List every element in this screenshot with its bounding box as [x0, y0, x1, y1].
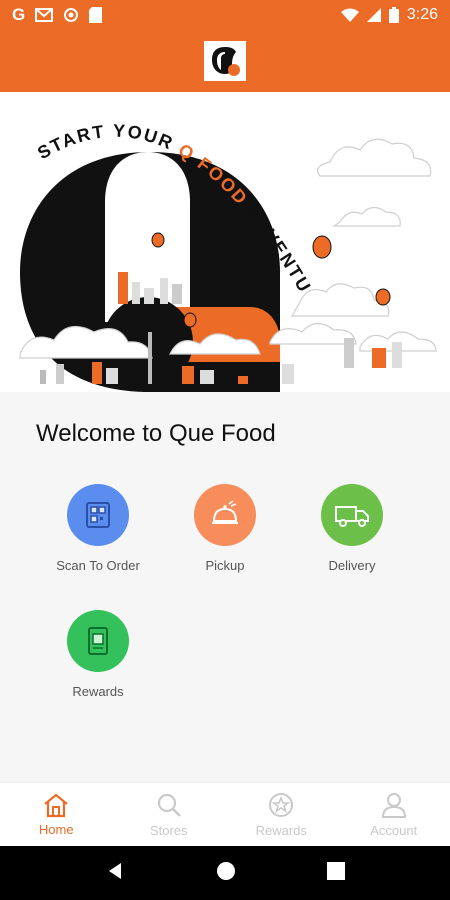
- qr-menu-icon: [67, 484, 129, 546]
- status-time: 3:26: [406, 6, 438, 23]
- rewards-button[interactable]: Rewards: [43, 610, 153, 699]
- nav-item-rewards[interactable]: Rewards: [225, 783, 338, 846]
- gmail-m-icon: [35, 8, 54, 22]
- hero-headline: START YOUR Q FOOD ADVENTURE: [0, 92, 315, 297]
- truck-icon: [321, 484, 383, 546]
- pickup-button[interactable]: Pickup: [170, 484, 280, 573]
- svg-text:START YOUR Q: START YOUR Q FOOD ADVENTURE: [0, 92, 315, 297]
- headline-part2: ADVENTURE: [0, 92, 315, 297]
- wifi-icon: [340, 8, 359, 22]
- nav-item-stores[interactable]: Stores: [113, 783, 226, 846]
- star-badge-icon: [269, 793, 294, 817]
- system-navigation-bar: [0, 846, 450, 900]
- back-icon[interactable]: [105, 861, 125, 886]
- recents-icon[interactable]: [326, 861, 345, 885]
- nav-rewards-label: Rewards: [255, 823, 307, 838]
- logo-q-icon: [212, 47, 240, 76]
- home-circle-icon[interactable]: [216, 861, 236, 886]
- cloche-icon: [194, 484, 256, 546]
- rewards-card-icon: [67, 610, 129, 672]
- nav-item-home[interactable]: Home: [0, 783, 113, 846]
- sync-icon: [63, 7, 79, 23]
- scan-to-order-button[interactable]: Scan To Order: [43, 484, 153, 573]
- headline-highlight: Q FOOD: [175, 140, 252, 210]
- scan-to-order-label: Scan To Order: [56, 558, 140, 573]
- rewards-label: Rewards: [72, 684, 124, 699]
- status-notifications: G: [12, 5, 103, 25]
- hero-banner[interactable]: START YOUR Q FOOD ADVENTURE: [0, 92, 450, 392]
- nav-stores-label: Stores: [149, 823, 188, 838]
- sd-card-icon: [89, 7, 103, 23]
- nav-item-account[interactable]: Account: [338, 783, 450, 846]
- nav-account-label: Account: [370, 823, 418, 838]
- headline-part1: START YOUR: [34, 121, 177, 164]
- welcome-title: Welcome to Que Food: [36, 420, 276, 447]
- battery-icon: [388, 7, 399, 23]
- signal-icon: [366, 8, 381, 22]
- bottom-navigation: Home Stores Rewards Account: [0, 782, 450, 846]
- search-icon: [157, 793, 181, 817]
- user-icon: [381, 793, 406, 818]
- app-bar: [0, 30, 450, 92]
- delivery-button[interactable]: Delivery: [297, 484, 407, 573]
- home-content: Welcome to Que Food Scan To Order Pickup: [0, 392, 450, 782]
- que-food-logo[interactable]: [204, 41, 246, 81]
- gmail-g-icon: G: [12, 5, 26, 24]
- status-system: 3:26: [340, 6, 438, 24]
- pickup-label: Pickup: [205, 558, 245, 573]
- nav-home-label: Home: [38, 822, 74, 837]
- home-icon: [44, 793, 68, 818]
- delivery-label: Delivery: [328, 558, 376, 573]
- status-bar: G 3:26: [0, 0, 450, 30]
